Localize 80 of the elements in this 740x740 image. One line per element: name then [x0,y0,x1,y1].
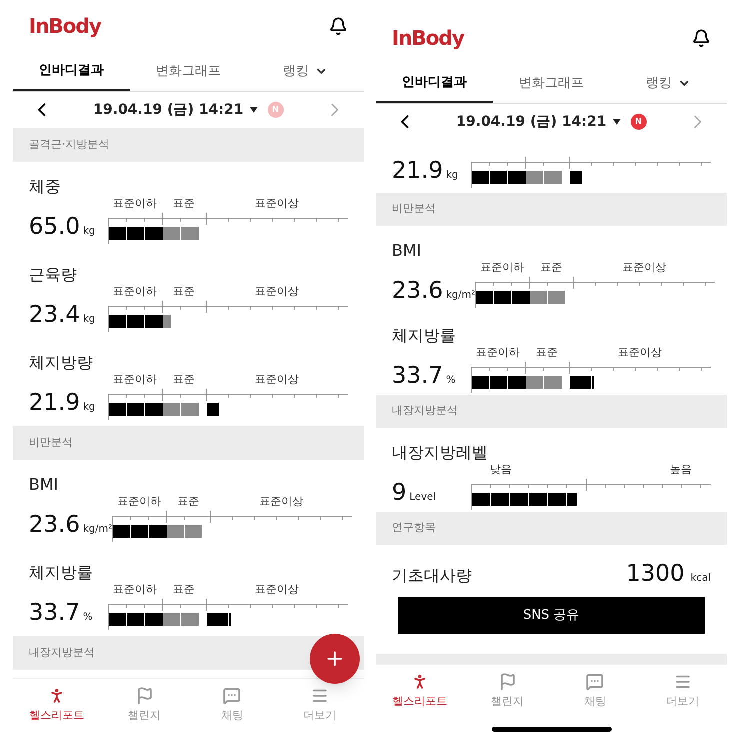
metric-unit: kg/m² [83,523,112,537]
section-header: 골격근·지방분석 [13,128,364,162]
metric-title: 내장지방레벨 [392,442,489,464]
scale-label: 표준이하 [113,284,157,300]
scale-label: 높음 [670,462,692,478]
share-button[interactable]: SNS 공유 [398,597,705,634]
scale-label: 표준이하 [113,196,157,212]
scale-label: 표준이상 [618,344,662,361]
caret-icon[interactable] [612,119,621,125]
section-header: 비만분석 [13,426,364,460]
metric-title: 기초대사량 [392,564,472,587]
tab[interactable]: 랭킹 [247,52,364,91]
metric-title: BMI [392,240,422,262]
metric-value: 33.7 [29,600,80,626]
scale-label: 표준 [177,494,200,510]
metric-title: 체지방량 [29,352,94,374]
scale-label: 표준이상 [255,196,299,212]
metric-unit: kg [83,225,96,239]
new-badge: N [268,102,284,118]
new-badge: N [630,114,647,130]
tab[interactable]: 인바디결과 [376,64,493,103]
metric-title: 근육량 [29,264,78,286]
logo: InBody [392,25,464,52]
tab[interactable]: 변화그래프 [493,64,610,103]
metric-unit: kg [83,313,96,327]
scale-label: 표준이상 [255,284,299,300]
tab[interactable]: 랭킹 [610,64,727,103]
scale-label: 표준이하 [113,372,157,388]
metric-value: 65.0 [29,214,80,240]
logo: InBody [29,13,102,40]
scale-label: 표준이하 [480,260,524,276]
section-header: 연구항목 [376,512,727,545]
date-text[interactable]: 19.04.19 (금) 14:21 [456,112,607,132]
metric-value: 21.9 [392,158,444,184]
metric-unit: kg [83,401,96,415]
date-text[interactable]: 19.04.19 (금) 14:21 [93,100,244,120]
scale-label: 표준이하 [113,582,157,598]
metric-value: 1300 [626,560,685,589]
scale-label: 낮음 [490,462,512,478]
metric-unit: kg/m² [446,288,476,303]
chat-icon [223,686,242,705]
scale-label: 표준 [173,372,195,388]
bell-icon[interactable] [692,28,711,48]
flag-icon [498,672,517,691]
scale-label: 표준 [536,344,558,361]
metric-title: BMI [29,474,60,496]
chat-icon [586,672,604,691]
scale-label: 표준 [173,582,195,598]
scale-label: 표준이상 [622,260,666,276]
metric-unit: % [83,611,93,625]
metric-unit: kcal [690,572,711,586]
metric-value: 9 [392,480,407,506]
scale-label: 표준 [173,196,195,212]
metric-title: 체지방률 [392,324,457,347]
scale-label: 표준이하 [476,344,520,361]
scale-label: 표준 [173,284,195,300]
metric-title: 체지방률 [29,562,94,584]
nav-item[interactable]: 헬스리포트 [376,665,464,718]
tab[interactable]: 인바디결과 [13,52,130,91]
tab[interactable]: 변화그래프 [130,52,247,91]
bell-icon[interactable] [329,16,348,36]
scale-label: 표준이상 [259,494,304,510]
metric-value: 21.9 [29,390,80,416]
metric-value: 23.6 [392,278,444,304]
metric-unit: % [446,374,456,388]
metric-unit: kg [446,169,458,183]
scale-label: 표준이상 [255,582,299,598]
metric-value: 33.7 [392,362,444,389]
metric-value: 23.4 [29,302,80,328]
section-header: 내장지방분석 [376,395,727,428]
scale-label: 표준 [540,260,562,276]
metric-value: 23.6 [29,512,80,538]
nav-item[interactable]: 헬스리포트 [13,679,101,732]
metric-unit: Level [410,490,436,505]
section-header: 비만분석 [376,193,727,226]
metric-title: 체중 [29,176,62,198]
scale-label: 표준이하 [117,494,162,510]
scale-label: 표준이상 [255,372,299,388]
caret-icon[interactable] [250,107,258,113]
flag-icon [136,686,154,705]
